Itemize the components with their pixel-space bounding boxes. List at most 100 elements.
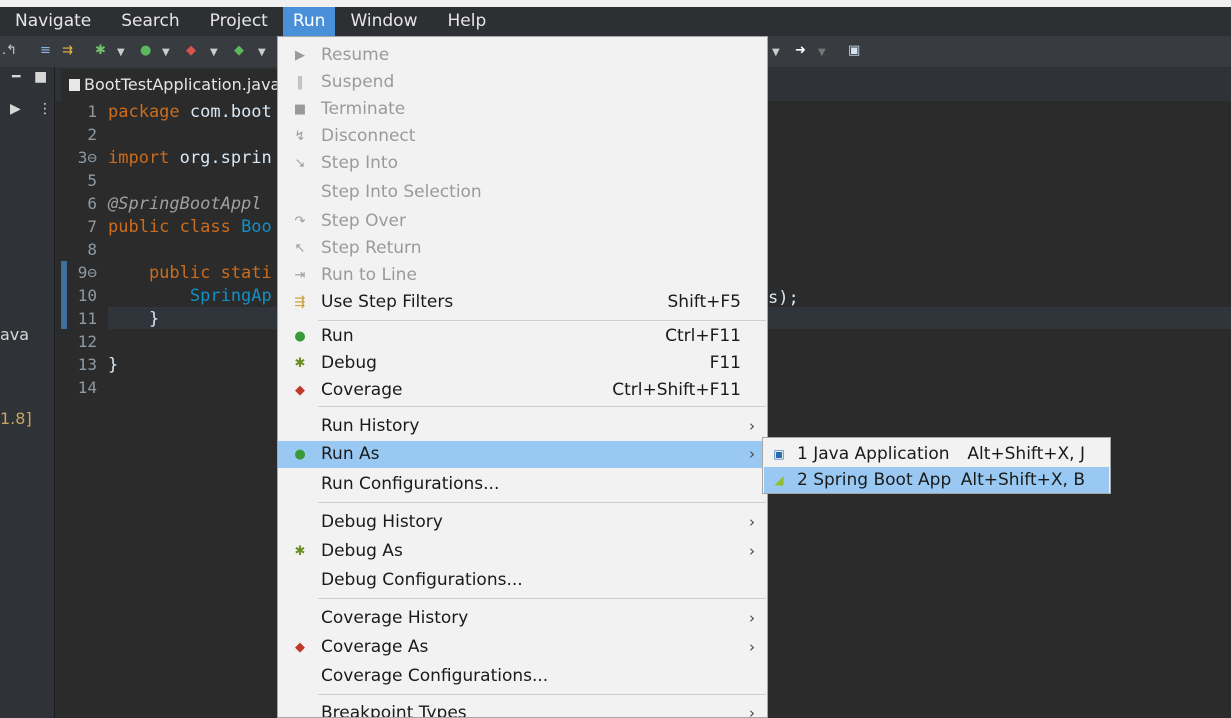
debug-toolbar-icon[interactable]: ✱ — [95, 43, 106, 59]
code-line: package com.boot — [108, 102, 272, 122]
code-line: SpringAp — [108, 286, 272, 306]
chevron-down-icon[interactable]: ▼ — [210, 45, 218, 61]
chevron-down-icon[interactable]: ▼ — [117, 45, 125, 61]
java-file-icon — [69, 79, 80, 91]
line-number: 14 — [77, 378, 97, 397]
toolbar-overflow-icon[interactable]: .↰ — [2, 43, 17, 59]
step-into-icon: ↘ — [294, 156, 306, 171]
menu-separator — [318, 320, 766, 321]
menu-item-debug-history[interactable]: Debug History › — [278, 509, 767, 536]
toggle-breakpoints-icon[interactable]: ≡ — [40, 43, 51, 59]
menu-item-debug-configurations[interactable]: Debug Configurations... — [278, 567, 767, 594]
menu-item-run-as[interactable]: ● Run As › — [278, 441, 767, 468]
package-explorer-panel: ━ ■ ▶ ⋮ ava 1.8] — [0, 67, 55, 718]
line-number: 1 — [87, 102, 97, 121]
submenu-item-java-application[interactable]: ▣ 1 Java Application Alt+Shift+X, J — [764, 441, 1109, 467]
run-to-line-icon: ⇥ — [294, 268, 306, 283]
menu-item-disconnect[interactable]: ↯ Disconnect — [278, 123, 767, 150]
code-line: @SpringBootAppl — [108, 194, 262, 214]
code-line: public stati — [108, 263, 272, 283]
code-line: public class Boo — [108, 217, 272, 237]
java-application-icon: ▣ — [773, 447, 785, 461]
run-as-submenu: ▣ 1 Java Application Alt+Shift+X, J ◢ 2 … — [762, 437, 1111, 494]
resume-icon: ▶ — [295, 48, 305, 63]
terminate-icon: ■ — [293, 102, 307, 117]
menu-run[interactable]: Run — [282, 7, 336, 36]
menu-item-run[interactable]: ● Run Ctrl+F11 — [278, 323, 767, 350]
editor-tab[interactable]: BootTestApplication.java — [61, 69, 291, 101]
tree-item-java-fragment[interactable]: ava — [0, 325, 29, 344]
step-return-icon: ↖ — [294, 241, 306, 256]
menu-item-step-return[interactable]: ↖ Step Return — [278, 235, 767, 262]
code-line: } — [108, 309, 160, 329]
chevron-right-icon: › — [749, 445, 755, 463]
run-menu-dropdown: ▶ Resume ‖ Suspend ■ Terminate ↯ Disconn… — [277, 36, 768, 718]
menu-search[interactable]: Search — [106, 7, 194, 36]
line-number: 3⊖ — [77, 148, 97, 167]
code-line: import org.sprin — [108, 148, 272, 168]
step-over-icon: ↷ — [294, 214, 306, 229]
maximize-icon[interactable]: ■ — [34, 69, 47, 85]
menu-item-step-into[interactable]: ↘ Step Into — [278, 150, 767, 177]
more-options-icon[interactable]: ⋮ — [38, 101, 52, 117]
code-fragment-right: s); — [768, 288, 799, 308]
chevron-right-icon: › — [749, 704, 755, 718]
menu-item-step-into-selection[interactable]: Step Into Selection — [278, 179, 767, 206]
chevron-right-icon: › — [749, 542, 755, 560]
menu-item-coverage-history[interactable]: Coverage History › — [278, 605, 767, 632]
menu-item-use-step-filters[interactable]: ⇶ Use Step Filters Shift+F5 — [278, 289, 767, 316]
line-number: 12 — [77, 332, 97, 351]
coverage-toolbar-icon[interactable]: ◆ — [186, 43, 196, 59]
line-number: 11 — [77, 309, 97, 328]
menu-item-coverage-as[interactable]: ◆ Coverage As › — [278, 634, 767, 661]
suspend-icon: ‖ — [296, 75, 304, 90]
menu-item-breakpoint-types[interactable]: Breakpoint Types › — [278, 700, 767, 718]
run-as-icon: ● — [294, 447, 306, 462]
minimize-icon[interactable]: ━ — [12, 69, 20, 85]
line-number: 2 — [87, 125, 97, 144]
view-menu-icon[interactable]: ▶ — [10, 101, 21, 117]
skip-breakpoints-icon[interactable]: ⇉ — [62, 43, 73, 59]
menu-item-suspend[interactable]: ‖ Suspend — [278, 69, 767, 96]
chevron-down-icon[interactable]: ▼ — [772, 45, 780, 61]
submenu-item-spring-boot-app[interactable]: ◢ 2 Spring Boot App Alt+Shift+X, B — [764, 467, 1109, 493]
menu-item-run-to-line[interactable]: ⇥ Run to Line — [278, 262, 767, 289]
menu-item-run-history[interactable]: Run History › — [278, 413, 767, 440]
run-icon: ● — [294, 329, 306, 344]
menu-item-terminate[interactable]: ■ Terminate — [278, 96, 767, 123]
chevron-down-icon[interactable]: ▼ — [162, 45, 170, 61]
menu-navigate[interactable]: Navigate — [0, 7, 106, 36]
coverage-icon: ◆ — [295, 383, 305, 398]
line-number: 9⊖ — [77, 263, 97, 282]
menu-item-step-over[interactable]: ↷ Step Over — [278, 208, 767, 235]
menu-project[interactable]: Project — [195, 7, 283, 36]
line-number: 7 — [87, 217, 97, 236]
code-line: } — [108, 355, 119, 375]
step-filters-icon: ⇶ — [294, 295, 306, 310]
chevron-down-icon[interactable]: ▼ — [818, 45, 826, 61]
run-toolbar-icon[interactable]: ● — [140, 43, 151, 59]
menu-item-run-configurations[interactable]: Run Configurations... — [278, 471, 767, 498]
forward-icon[interactable]: ➜ — [795, 43, 806, 59]
coverage-as-icon: ◆ — [295, 640, 305, 655]
open-perspective-icon[interactable]: ▣ — [848, 43, 860, 59]
chevron-down-icon[interactable]: ▼ — [258, 45, 266, 61]
debug-icon: ✱ — [294, 356, 306, 371]
line-number: 10 — [77, 286, 97, 305]
debug-as-icon: ✱ — [294, 544, 306, 559]
menu-item-resume[interactable]: ▶ Resume — [278, 42, 767, 69]
spring-boot-icon: ◢ — [774, 473, 784, 487]
menu-item-coverage[interactable]: ◆ Coverage Ctrl+Shift+F11 — [278, 377, 767, 404]
external-tools-icon[interactable]: ◆ — [234, 43, 244, 59]
menu-item-coverage-configurations[interactable]: Coverage Configurations... — [278, 663, 767, 690]
menu-help[interactable]: Help — [432, 7, 501, 36]
line-number: 5 — [87, 171, 97, 190]
line-number: 6 — [87, 194, 97, 213]
menu-separator — [318, 598, 766, 599]
menu-separator — [318, 694, 766, 695]
menu-item-debug-as[interactable]: ✱ Debug As › — [278, 538, 767, 565]
menu-item-debug[interactable]: ✱ Debug F11 — [278, 350, 767, 377]
menu-separator — [318, 502, 766, 503]
menu-window[interactable]: Window — [335, 7, 432, 36]
line-number: 8 — [87, 240, 97, 259]
